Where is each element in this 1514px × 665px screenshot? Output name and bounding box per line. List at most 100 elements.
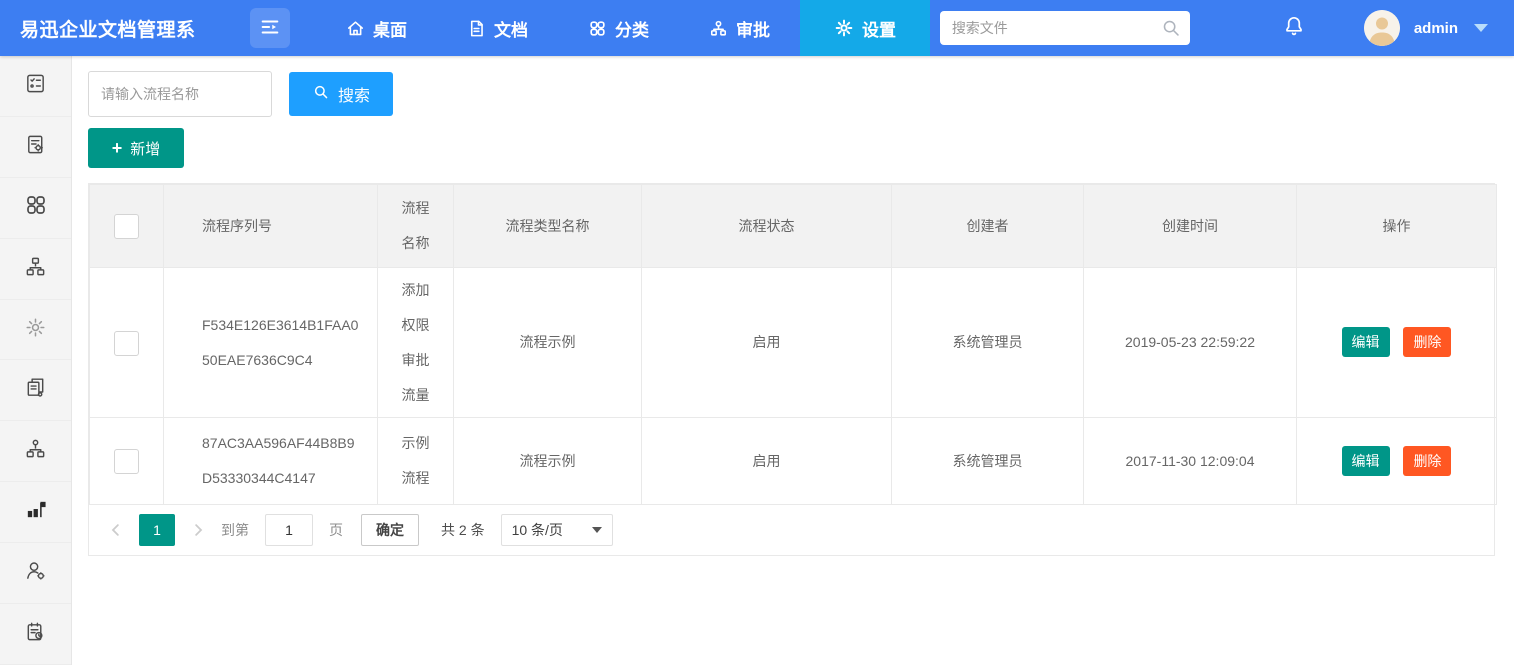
confirm-page-button[interactable]: 确定 [361,514,419,546]
table-row: 87AC3AA596AF44B8B9D53330344C4147 示例流程 流程… [90,418,1497,505]
flow-table-card: 流程序列号 流程名称 流程类型名称 流程状态 创建者 创建时间 操作 [88,183,1495,556]
menu-collapse-icon [259,16,281,41]
bell-icon [1282,14,1306,43]
grid-icon [588,19,607,38]
menu-collapse-button[interactable] [250,8,290,48]
cell-creator: 系统管理员 [892,418,1084,505]
flow-search-toolbar: 搜索 [88,71,1505,117]
username: admin [1414,20,1458,37]
sidebar-item-flows[interactable] [0,239,71,300]
app-title: 易迅企业文档管理系 [0,0,250,56]
notifications-button[interactable] [1282,14,1306,43]
row-checkbox[interactable] [114,449,139,474]
search-icon [312,83,330,106]
search-icon[interactable] [1160,17,1182,44]
user-menu[interactable]: admin [1364,10,1488,46]
pagination-bar: 1 到第 页 确定 共 2 条 10 条/页 [89,505,1494,555]
sidebar-item-doc-config[interactable] [0,117,71,178]
sidebar-item-settings[interactable] [0,300,71,361]
row-checkbox-cell [90,418,164,505]
sidebar-item-org-flows[interactable] [0,421,71,482]
grid-icon [24,193,48,222]
page-size-select[interactable]: 10 条/页 [501,514,613,546]
page-unit-label: 页 [329,520,343,540]
chevron-left-icon[interactable] [105,521,127,539]
edit-button[interactable]: 编辑 [1342,327,1390,357]
delete-button[interactable]: 删除 [1403,446,1451,476]
header-search [940,11,1190,45]
nav-item-label: 分类 [615,16,649,41]
select-all-checkbox[interactable] [114,214,139,239]
cell-name: 添加权限审批流量 [378,268,454,418]
chevron-down-icon [1474,24,1488,32]
sidebar [0,56,72,665]
sitemap-icon [24,437,47,465]
gear-icon [834,18,854,38]
cell-name: 示例流程 [378,418,454,505]
column-header-actions: 操作 [1297,185,1497,268]
sidebar-item-tasks[interactable] [0,56,71,117]
sidebar-item-documents[interactable] [0,360,71,421]
cell-actions: 编辑 删除 [1297,418,1497,505]
page-number-current[interactable]: 1 [139,514,175,546]
add-button-label: 新增 [130,138,160,159]
copy-documents-icon [24,376,47,404]
nav-item-label: 设置 [862,16,896,41]
main-content: 搜索 + 新增 流程序列号 流程名称 [72,56,1514,665]
cell-serial: 87AC3AA596AF44B8B9D53330344C4147 [164,418,378,505]
sitemap-icon [24,255,47,283]
gear-icon [24,316,47,344]
nav-item-desktop[interactable]: 桌面 [316,0,437,56]
document-gear-icon [24,133,47,161]
sidebar-item-statistics[interactable] [0,482,71,543]
delete-button[interactable]: 删除 [1403,327,1451,357]
app-header: 易迅企业文档管理系 桌面 文档 [0,0,1514,56]
cell-created: 2019-05-23 22:59:22 [1084,268,1297,418]
add-button[interactable]: + 新增 [88,128,184,168]
file-search-input[interactable] [940,11,1190,45]
row-checkbox[interactable] [114,331,139,356]
nav-item-documents[interactable]: 文档 [437,0,558,56]
cell-type: 流程示例 [454,418,642,505]
cell-actions: 编辑 删除 [1297,268,1497,418]
sidebar-item-users[interactable] [0,543,71,604]
nav-item-label: 文档 [494,16,528,41]
header-checkbox-cell [90,185,164,268]
cell-created: 2017-11-30 12:09:04 [1084,418,1297,505]
document-clock-icon [24,620,47,648]
table-header-row: 流程序列号 流程名称 流程类型名称 流程状态 创建者 创建时间 操作 [90,185,1497,268]
chevron-right-icon[interactable] [187,521,209,539]
column-header-status: 流程状态 [642,185,892,268]
page-size-value: 10 条/页 [512,520,563,540]
edit-button[interactable]: 编辑 [1342,446,1390,476]
nav-item-settings[interactable]: 设置 [800,0,930,56]
sidebar-item-logs[interactable] [0,604,71,665]
search-button[interactable]: 搜索 [289,72,393,116]
column-header-created: 创建时间 [1084,185,1297,268]
approval-flow-icon [709,19,728,38]
goto-page-input[interactable] [265,514,313,546]
document-icon [467,19,486,38]
form-checklist-icon [24,72,47,100]
home-icon [346,19,365,38]
flow-name-input[interactable] [88,71,272,117]
cell-type: 流程示例 [454,268,642,418]
nav-item-label: 审批 [736,16,770,41]
goto-page-label: 到第 [221,520,249,540]
cell-status: 启用 [642,268,892,418]
column-header-type: 流程类型名称 [454,185,642,268]
user-gear-icon [24,559,47,587]
sidebar-item-categories[interactable] [0,178,71,239]
avatar [1364,10,1400,46]
column-header-creator: 创建者 [892,185,1084,268]
row-checkbox-cell [90,268,164,418]
flow-table: 流程序列号 流程名称 流程类型名称 流程状态 创建者 创建时间 操作 [89,184,1497,505]
search-button-label: 搜索 [338,82,370,106]
table-row: F534E126E3614B1FAA050EAE7636C9C4 添加权限审批流… [90,268,1497,418]
bar-chart-flag-icon [24,498,47,526]
nav-item-label: 桌面 [373,16,407,41]
caret-down-icon [592,527,602,533]
nav-item-approval[interactable]: 审批 [679,0,800,56]
cell-status: 启用 [642,418,892,505]
nav-item-categories[interactable]: 分类 [558,0,679,56]
